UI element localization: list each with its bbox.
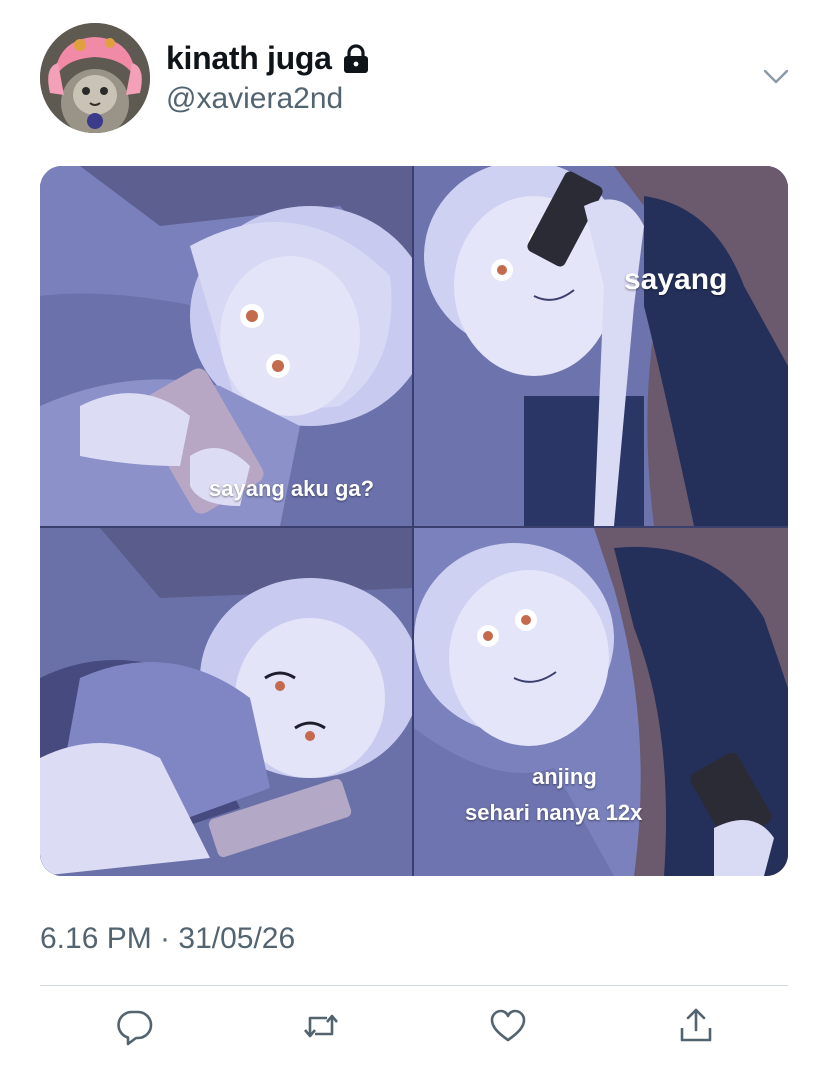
share-icon [680,1008,712,1042]
avatar[interactable] [40,23,150,133]
lock-icon [342,43,370,74]
divider [40,985,788,986]
retweet-icon [304,1014,338,1038]
panel-2-caption: sayang [624,263,728,296]
panel-4-caption-line1: anjing [532,764,597,789]
panel-1-caption: sayang aku ga? [209,476,375,501]
panel-4-caption-line2: sehari nanya 12x [465,800,643,825]
meme-panel-1: sayang aku ga? [40,166,412,526]
heart-icon [490,1009,526,1042]
tweet-timestamp[interactable]: 6.16 PM · 31/05/26 [40,922,295,956]
meme-panel-4: anjing sehari nanya 12x [414,528,788,876]
meme-panel-3 [40,528,412,876]
like-button[interactable] [488,1006,528,1046]
display-name[interactable]: kinath juga [166,40,370,77]
tweet: kinath juga @xaviera2nd sayang aku ga? s… [0,0,828,1072]
tweet-media[interactable]: sayang aku ga? sayang anjing sehari nany… [40,166,788,876]
retweet-button[interactable] [301,1006,341,1046]
meme-panel-2: sayang [414,166,788,526]
reply-button[interactable] [115,1006,155,1046]
share-button[interactable] [676,1006,716,1046]
reply-icon [117,1010,153,1046]
chevron-down-icon[interactable] [762,68,790,86]
display-name-text: kinath juga [166,40,332,76]
user-handle[interactable]: @xaviera2nd [166,82,343,116]
